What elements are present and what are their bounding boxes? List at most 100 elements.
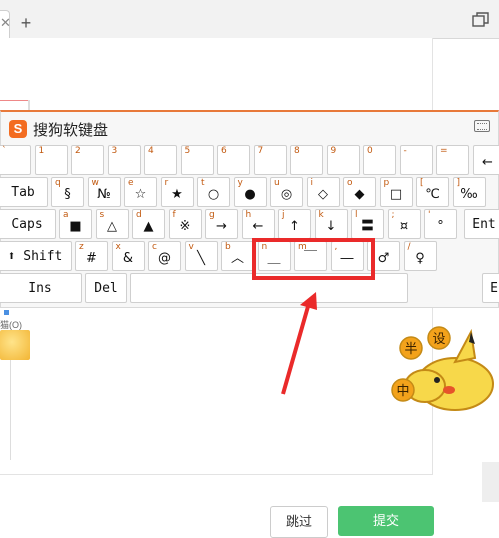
sticker-char: 中 xyxy=(396,384,409,399)
key-row3-0[interactable]: a■ xyxy=(59,209,92,239)
key-letter: 4 xyxy=(148,146,154,156)
right-key-label: E xyxy=(483,274,499,302)
key-row1-2[interactable]: 2 xyxy=(71,145,104,175)
keyboard-title: 搜狗软键盘 xyxy=(33,119,108,140)
key-row3-3[interactable]: f※ xyxy=(169,209,202,239)
key-row4-3[interactable]: v╲ xyxy=(185,241,218,271)
key-row4-0[interactable]: z# xyxy=(75,241,108,271)
key-row1-1[interactable]: 1 xyxy=(35,145,68,175)
status-dot xyxy=(4,310,9,315)
key-row1-6[interactable]: 6 xyxy=(217,145,250,175)
tab-key-label: Tab xyxy=(0,178,47,206)
key-row3-8[interactable]: l〓 xyxy=(351,209,384,239)
right-key[interactable]: E xyxy=(482,273,499,303)
key-row4-9[interactable]: /♀ xyxy=(404,241,437,271)
key-letter: 3 xyxy=(112,146,118,156)
key-letter: 0 xyxy=(367,146,373,156)
shift-key-label: ⬆ Shift xyxy=(0,242,71,270)
key-row1-10[interactable]: 0 xyxy=(363,145,396,175)
caps-key[interactable]: Caps xyxy=(0,209,56,239)
shift-key[interactable]: ⬆ Shift xyxy=(0,241,72,271)
key-symbol: 〓 xyxy=(352,215,383,234)
key-symbol: ╲ xyxy=(186,251,217,266)
enter-key[interactable]: Ent xyxy=(464,209,499,239)
del-key[interactable]: Del xyxy=(85,273,127,303)
keyboard-icon[interactable] xyxy=(474,120,490,132)
key-symbol: ℃ xyxy=(417,187,448,202)
key-row1-12[interactable]: = xyxy=(436,145,469,175)
key-letter: = xyxy=(440,146,448,156)
key-row3-1[interactable]: s△ xyxy=(96,209,129,239)
key-row1-4[interactable]: 4 xyxy=(144,145,177,175)
key-symbol: ■ xyxy=(60,219,91,234)
tab-key[interactable]: Tab xyxy=(0,177,48,207)
key-row3-9[interactable]: ;¤ xyxy=(388,209,421,239)
key-row2-3[interactable]: r★ xyxy=(161,177,194,207)
del-key-label: Del xyxy=(86,274,126,302)
key-symbol: ◇ xyxy=(308,187,339,202)
key-row2-9[interactable]: p□ xyxy=(380,177,413,207)
key-symbol: ☆ xyxy=(125,187,156,202)
key-letter: - xyxy=(404,146,407,156)
key-symbol: ° xyxy=(425,219,456,234)
key-symbol: ◆ xyxy=(344,187,375,202)
key-row4-2[interactable]: c@ xyxy=(148,241,181,271)
key-row3-6[interactable]: j↑ xyxy=(278,209,311,239)
key-row3-5[interactable]: h← xyxy=(242,209,275,239)
key-row2-6[interactable]: u◎ xyxy=(270,177,303,207)
browser-tab[interactable]: ✕ xyxy=(0,10,10,39)
key-symbol: & xyxy=(113,251,144,266)
caps-key-label: Caps xyxy=(0,210,55,238)
scrollbar[interactable] xyxy=(482,462,499,502)
key-row2-1[interactable]: w№ xyxy=(88,177,121,207)
new-tab-button[interactable]: + xyxy=(15,12,37,34)
sogou-logo-icon: S xyxy=(9,120,27,138)
key-row2-7[interactable]: i◇ xyxy=(307,177,340,207)
key-row2-10[interactable]: [℃ xyxy=(416,177,449,207)
key-row4-4[interactable]: b︿ xyxy=(221,241,254,271)
key-row1-8[interactable]: 8 xyxy=(290,145,323,175)
key-row1-9[interactable]: 9 xyxy=(327,145,360,175)
key-row3-4[interactable]: g→ xyxy=(205,209,238,239)
key-symbol: ♀ xyxy=(405,251,436,266)
highlight-box xyxy=(252,238,375,280)
key-row4-1[interactable]: x& xyxy=(112,241,145,271)
key-row3-7[interactable]: k↓ xyxy=(315,209,348,239)
keyboard-header[interactable]: S 搜狗软键盘 xyxy=(9,119,108,139)
key-letter: 9 xyxy=(331,146,337,156)
submit-button[interactable]: 提交 xyxy=(338,506,434,536)
key-row2-5[interactable]: y● xyxy=(234,177,267,207)
key-row2-8[interactable]: o◆ xyxy=(343,177,376,207)
key-row3-10[interactable]: '° xyxy=(424,209,457,239)
key-row2-0[interactable]: q§ xyxy=(51,177,84,207)
key-symbol: ● xyxy=(235,187,266,202)
key-letter: 1 xyxy=(39,146,45,156)
key-row2-2[interactable]: e☆ xyxy=(124,177,157,207)
key-row2-4[interactable]: t○ xyxy=(197,177,230,207)
divider xyxy=(10,360,11,460)
key-row1-7[interactable]: 7 xyxy=(254,145,287,175)
restore-window-icon[interactable] xyxy=(472,12,492,30)
key-row1-5[interactable]: 5 xyxy=(181,145,214,175)
key-symbol: ○ xyxy=(198,187,229,202)
key-symbol: § xyxy=(52,187,83,202)
key-symbol: △ xyxy=(97,219,128,234)
user-thumbnail[interactable]: 猫(O) xyxy=(0,318,30,360)
key-row1-3[interactable]: 3 xyxy=(108,145,141,175)
key-letter: 6 xyxy=(221,146,227,156)
key-row1-11[interactable]: - xyxy=(400,145,433,175)
key-symbol: ↑ xyxy=(279,219,310,234)
key-symbol: ★ xyxy=(162,187,193,202)
key-symbol: ¤ xyxy=(389,219,420,234)
key-row1-0[interactable]: ` xyxy=(0,145,31,175)
key-letter: 7 xyxy=(258,146,264,156)
key-letter: 8 xyxy=(294,146,300,156)
key-letter: ` xyxy=(2,146,7,156)
key-row1-13[interactable]: ← xyxy=(473,145,499,175)
key-symbol: ◎ xyxy=(271,187,302,202)
key-row3-2[interactable]: d▲ xyxy=(132,209,165,239)
ins-key[interactable]: Ins xyxy=(0,273,82,303)
key-row2-11[interactable]: ]‰ xyxy=(453,177,486,207)
enter-key-label: Ent xyxy=(465,210,499,238)
skip-button[interactable]: 跳过 xyxy=(270,506,328,538)
